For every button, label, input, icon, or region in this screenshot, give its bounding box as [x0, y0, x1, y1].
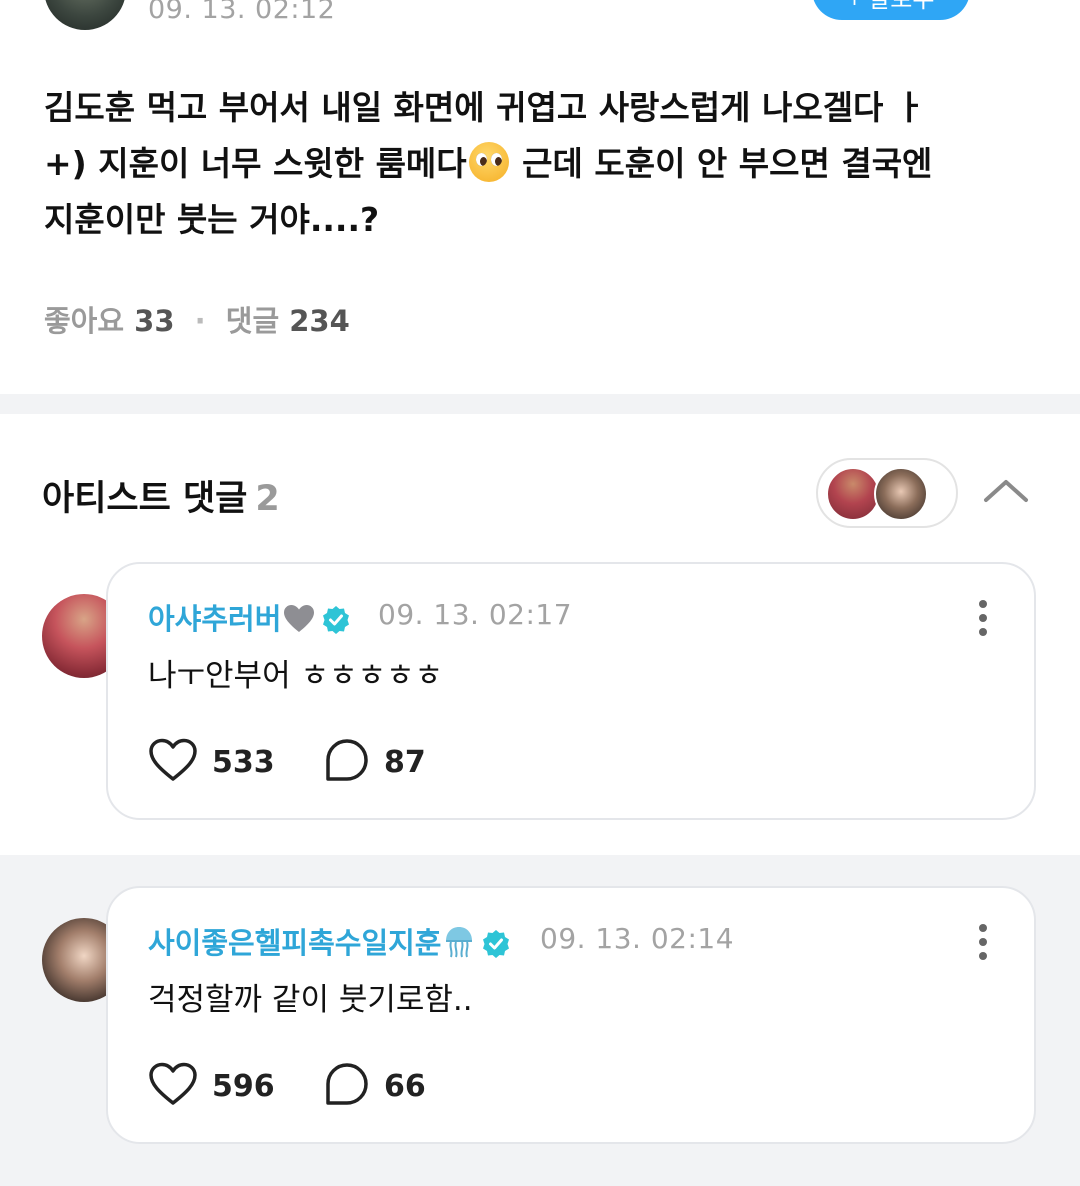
post-body-line: +) 지훈이 너무 스윗한 룸메다 근데 도훈이 안 부으면 결국엔: [44, 136, 1034, 192]
comments-label: 댓글: [225, 304, 280, 338]
more-options-icon[interactable]: [976, 598, 990, 638]
likes-count: 33: [134, 304, 175, 338]
post-body-text: +) 지훈이 너무 스윗한 룸메다: [44, 144, 467, 183]
artist-comment-card: 아샤추러버 09. 13. 02:17 나ㅜ안부어 ㅎㅎㅎㅎㅎ 533 87: [106, 562, 1036, 820]
grey-heart-icon: [283, 604, 315, 641]
post-timestamp: 09. 13. 02:12: [148, 0, 336, 25]
artist-comments-title: 아티스트 댓글 2: [42, 470, 280, 521]
follow-button[interactable]: + 팔로우: [812, 0, 970, 20]
reply-count: 87: [384, 744, 426, 780]
artist-comments-title-text: 아티스트 댓글: [42, 479, 248, 519]
commenter-name-text: 사이좋은헬피촉수일지훈: [148, 926, 442, 960]
comment-timestamp: 09. 13. 02:14: [540, 922, 735, 955]
comment-timestamp: 09. 13. 02:17: [378, 598, 573, 631]
jellyfish-icon: [443, 925, 475, 966]
artist-comments-count: 2: [255, 479, 280, 519]
comment-text: 걱정할까 같이 붓기로함..: [148, 982, 473, 1018]
verified-badge-icon: [481, 929, 511, 966]
more-options-icon[interactable]: [976, 922, 990, 962]
section-divider: [0, 394, 1080, 414]
artist-avatar-stack[interactable]: [816, 458, 958, 528]
reply-button[interactable]: 87: [324, 738, 426, 786]
comment-actions: 533 87: [148, 738, 548, 786]
reply-count: 66: [384, 1068, 426, 1104]
verified-badge-icon: [321, 605, 351, 642]
like-count: 533: [212, 744, 275, 780]
post-body: 김도훈 먹고 부어서 내일 화면에 귀엽고 사랑스럽게 나오겔다 ㅏ +) 지훈…: [44, 80, 1034, 248]
commenter-name[interactable]: 아샤추러버: [148, 596, 351, 642]
comment-actions: 596 66: [148, 1062, 548, 1110]
pleading-face-icon: [468, 142, 509, 182]
heart-outline-icon: [148, 1061, 198, 1111]
chevron-up-icon[interactable]: [982, 470, 1030, 510]
comment-text: 나ㅜ안부어 ㅎㅎㅎㅎㅎ: [148, 658, 444, 694]
post-body-text: 근데 도훈이 안 부으면 결국엔: [510, 144, 933, 183]
artist-comment-card: 사이좋은헬피촉수일지훈 09. 13. 02:14 걱정할까 같이 붓기로함..…: [106, 886, 1036, 1144]
heart-outline-icon: [148, 737, 198, 787]
stats-separator: ·: [194, 304, 206, 338]
post-header: 09. 13. 02:12 + 팔로우: [0, 0, 1080, 40]
post-stats: 좋아요 33 · 댓글 234: [44, 298, 350, 340]
reply-button[interactable]: 66: [324, 1062, 426, 1110]
commenter-name[interactable]: 사이좋은헬피촉수일지훈: [148, 920, 511, 966]
like-button[interactable]: 596: [148, 1062, 275, 1110]
post-more-icon[interactable]: [1008, 0, 1038, 22]
post-detail-screen: 09. 13. 02:12 + 팔로우 김도훈 먹고 부어서 내일 화면에 귀엽…: [0, 0, 1080, 1186]
follow-button-label: + 팔로우: [812, 0, 970, 14]
post-body-line: 김도훈 먹고 부어서 내일 화면에 귀엽고 사랑스럽게 나오겔다 ㅏ: [44, 88, 926, 127]
commenter-name-text: 아샤추러버: [148, 602, 282, 636]
artist-avatar: [874, 467, 928, 521]
like-count: 596: [212, 1068, 275, 1104]
speech-bubble-icon: [324, 737, 370, 787]
comments-count: 234: [289, 304, 350, 338]
post-author-avatar[interactable]: [44, 0, 126, 30]
post-body-line: 지훈이만 붓는 거야....?: [44, 200, 380, 239]
artist-avatar: [826, 467, 880, 521]
like-button[interactable]: 533: [148, 738, 275, 786]
likes-label: 좋아요: [44, 304, 125, 338]
speech-bubble-icon: [324, 1061, 370, 1111]
